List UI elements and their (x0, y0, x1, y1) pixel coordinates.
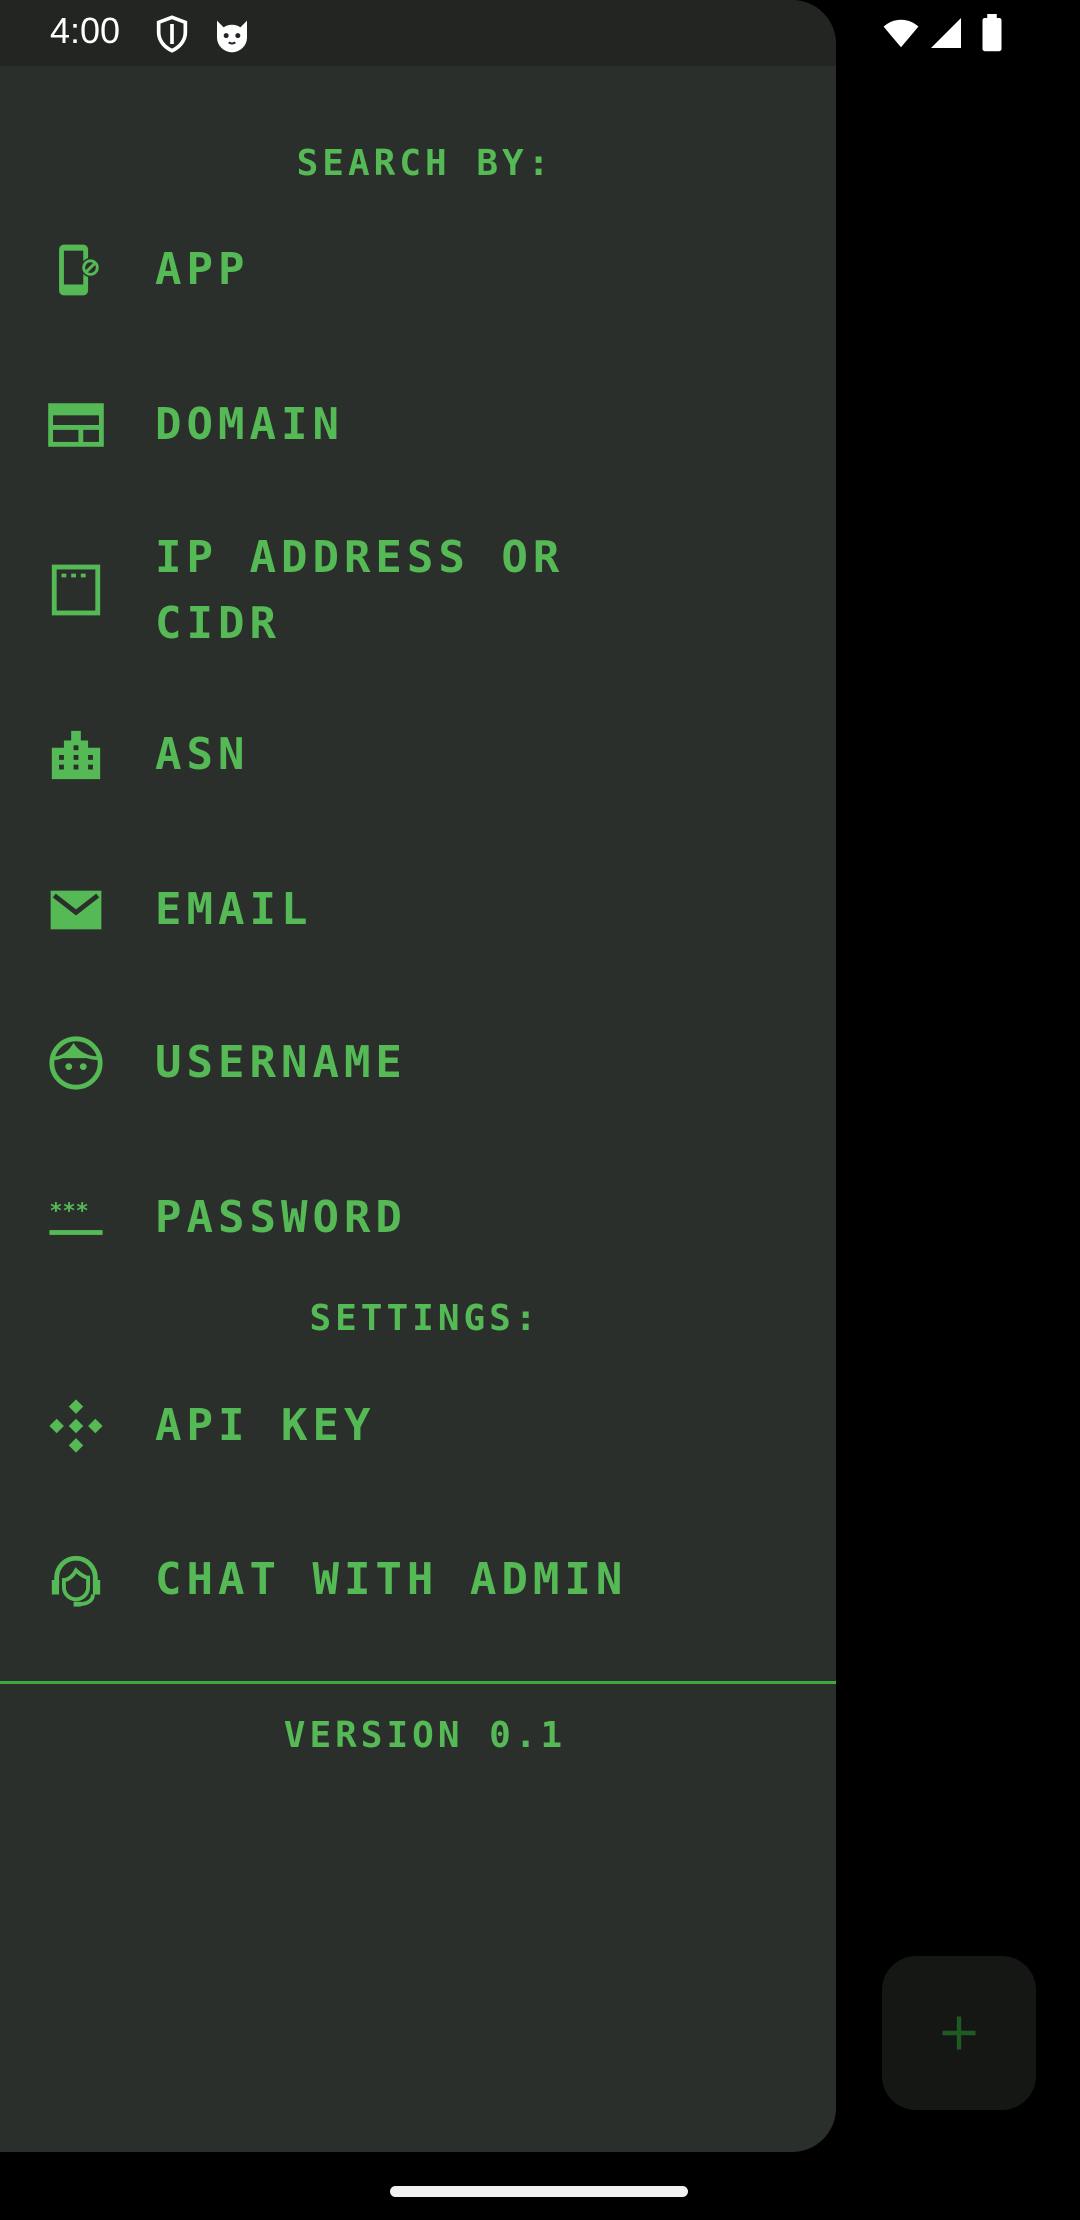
menu-label-asn: ASN (155, 729, 250, 780)
building-icon (46, 725, 106, 785)
menu-item-api-key[interactable]: API KEY (0, 1386, 836, 1466)
app-phone-icon (46, 240, 106, 300)
search-by-title: SEARCH BY: (296, 143, 554, 184)
battery-icon (982, 14, 1002, 52)
menu-item-password[interactable]: *** PASSWORD (0, 1178, 836, 1258)
menu-label-app: APP (155, 244, 250, 295)
key-diamond-icon (46, 1396, 106, 1456)
menu-item-app[interactable]: APP (0, 230, 836, 310)
menu-item-asn[interactable]: ASN (0, 715, 836, 795)
add-fab-button[interactable] (882, 1956, 1036, 2110)
settings-title: SETTINGS: (309, 1298, 541, 1339)
menu-item-chat-with-admin[interactable]: CHAT WITH ADMIN (0, 1540, 836, 1620)
drawer-divider (0, 1681, 836, 1684)
menu-label-api-key: API KEY (155, 1400, 376, 1451)
gesture-nav-handle[interactable] (390, 2186, 688, 2197)
face-icon (46, 1033, 106, 1093)
cat-face-icon (217, 20, 247, 53)
status-bar: 4:00 (0, 0, 1080, 66)
menu-label-domain: DOMAIN (155, 399, 344, 450)
menu-label-ip-address: IP ADDRESS OR CIDR (155, 532, 565, 649)
support-agent-icon (46, 1550, 106, 1610)
navigation-drawer: SEARCH BY: APP DOMAIN IP ADDRESS OR CIDR… (0, 0, 836, 2152)
menu-label-email: EMAIL (155, 884, 313, 935)
status-bar-background (0, 0, 836, 66)
wifi-icon (883, 19, 919, 48)
ip-window-icon (46, 560, 106, 620)
domain-icon (46, 395, 106, 455)
menu-label-chat-with-admin: CHAT WITH ADMIN (155, 1554, 628, 1605)
svg-text:***: *** (49, 1199, 88, 1224)
status-time: 4:00 (50, 10, 121, 51)
shield-icon (156, 15, 188, 53)
version-text: VERSION 0.1 (283, 1715, 567, 1756)
mail-icon (46, 880, 106, 940)
menu-item-ip-address[interactable]: IP ADDRESS OR CIDR (0, 525, 836, 655)
menu-item-email[interactable]: EMAIL (0, 870, 836, 950)
menu-label-password: PASSWORD (155, 1192, 407, 1243)
menu-item-username[interactable]: USERNAME (0, 1023, 836, 1103)
menu-label-username: USERNAME (155, 1037, 407, 1088)
signal-icon (931, 18, 961, 48)
menu-item-domain[interactable]: DOMAIN (0, 385, 836, 465)
password-icon: *** (46, 1188, 106, 1248)
plus-icon (942, 2016, 976, 2050)
